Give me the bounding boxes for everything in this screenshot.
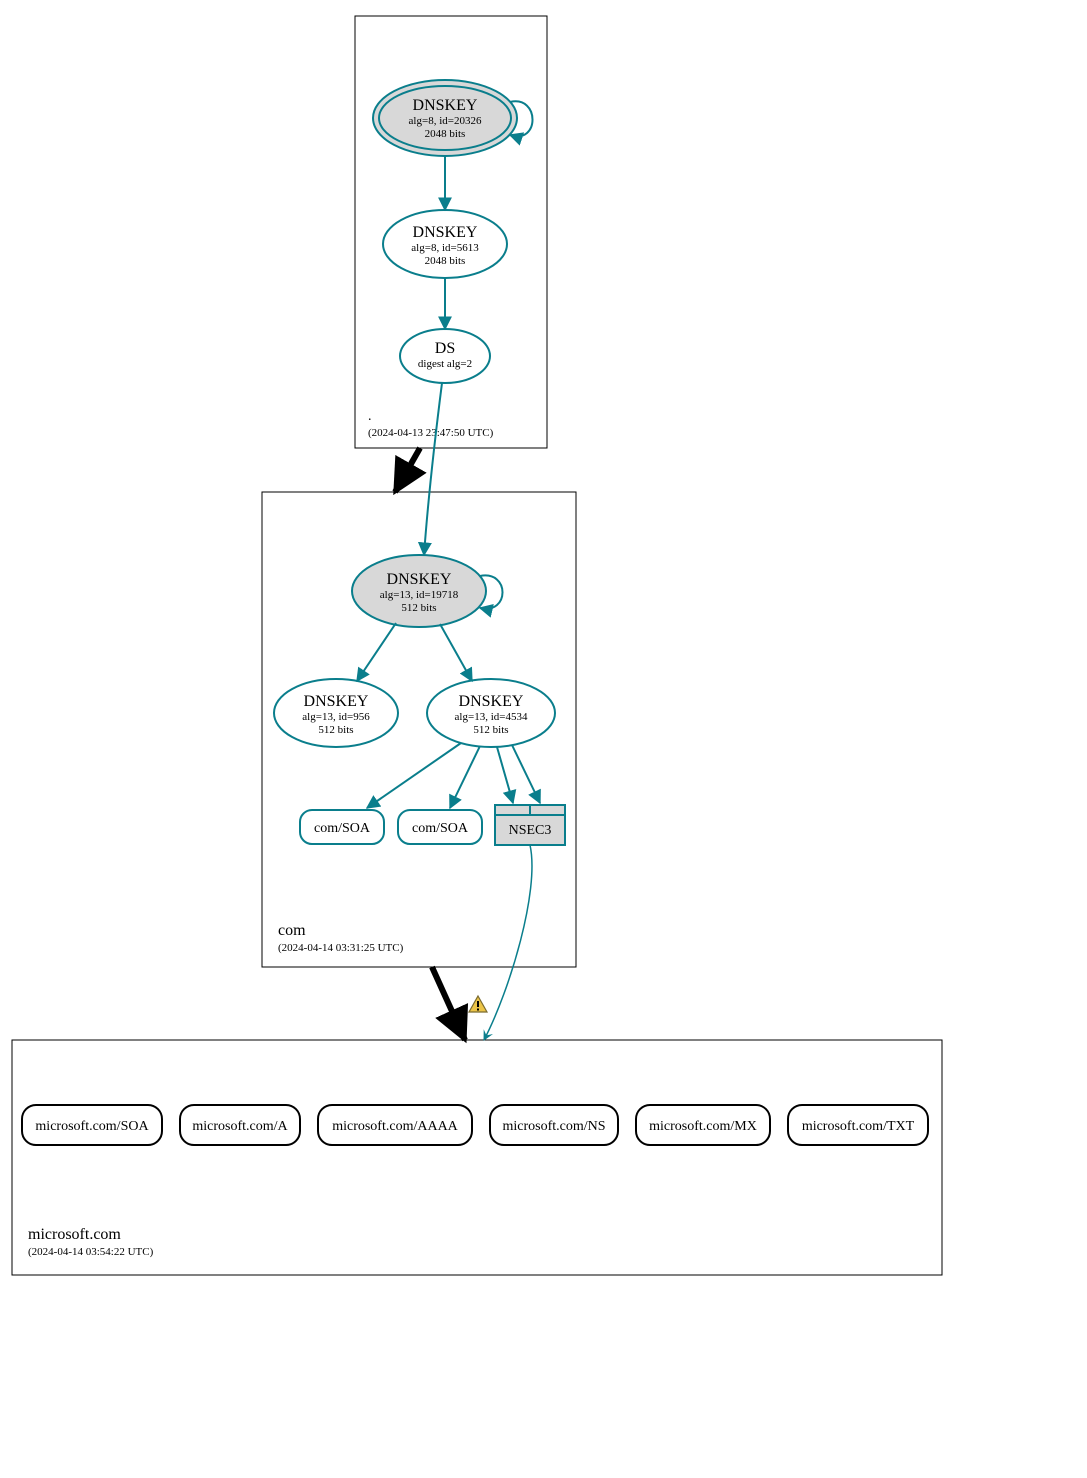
- node-root-zsk-sub1: alg=8, id=5613: [411, 242, 479, 254]
- node-ms-a-label: microsoft.com/A: [192, 1119, 288, 1134]
- zone-microsoft-label: microsoft.com: [28, 1226, 121, 1243]
- node-root-ksk-sub1: alg=8, id=20326: [409, 115, 482, 127]
- warning-icon: [469, 996, 487, 1012]
- edge-root-to-com-delegation: [395, 448, 420, 492]
- node-com-soa1-label: com/SOA: [314, 821, 371, 836]
- edge-com-to-microsoft-delegation: [432, 967, 465, 1040]
- node-root-ds-title: DS: [435, 340, 455, 357]
- zone-com-timestamp: (2024-04-14 03:31:25 UTC): [278, 942, 404, 954]
- node-com-zsk1-sub1: alg=13, id=956: [302, 711, 370, 723]
- node-com-zsk2-sub1: alg=13, id=4534: [455, 711, 528, 723]
- node-ms-txt: microsoft.com/TXT: [788, 1105, 928, 1145]
- node-com-nsec3-label: NSEC3: [509, 823, 552, 838]
- node-com-ksk-title: DNSKEY: [387, 571, 452, 588]
- node-com-soa2: com/SOA: [398, 810, 482, 844]
- node-ms-ns: microsoft.com/NS: [490, 1105, 618, 1145]
- node-ms-aaaa-label: microsoft.com/AAAA: [332, 1119, 458, 1134]
- node-ms-mx-label: microsoft.com/MX: [649, 1119, 757, 1134]
- node-root-zsk-title: DNSKEY: [413, 224, 478, 241]
- node-com-zsk1-sub2: 512 bits: [318, 724, 353, 736]
- zone-root-label: .: [368, 409, 372, 424]
- node-ms-aaaa: microsoft.com/AAAA: [318, 1105, 472, 1145]
- node-com-soa2-label: com/SOA: [412, 821, 469, 836]
- node-ms-txt-label: microsoft.com/TXT: [802, 1119, 915, 1134]
- node-com-ksk: DNSKEY alg=13, id=19718 512 bits: [352, 555, 486, 627]
- node-root-ksk-title: DNSKEY: [413, 97, 478, 114]
- node-root-zsk-sub2: 2048 bits: [425, 255, 466, 267]
- node-com-zsk1-title: DNSKEY: [304, 693, 369, 710]
- node-com-zsk1: DNSKEY alg=13, id=956 512 bits: [274, 679, 398, 747]
- node-root-ds-sub1: digest alg=2: [418, 358, 472, 370]
- node-com-zsk2: DNSKEY alg=13, id=4534 512 bits: [427, 679, 555, 747]
- node-com-zsk2-title: DNSKEY: [459, 693, 524, 710]
- zone-microsoft: microsoft.com (2024-04-14 03:54:22 UTC): [12, 1040, 942, 1275]
- node-ms-ns-label: microsoft.com/NS: [502, 1119, 605, 1134]
- zone-microsoft-timestamp: (2024-04-14 03:54:22 UTC): [28, 1246, 154, 1258]
- node-root-ksk-sub2: 2048 bits: [425, 128, 466, 140]
- node-com-zsk2-sub2: 512 bits: [473, 724, 508, 736]
- zone-com-label: com: [278, 922, 306, 939]
- node-com-ksk-sub2: 512 bits: [401, 602, 436, 614]
- dnssec-diagram: . (2024-04-13 23:47:50 UTC) DNSKEY alg=8…: [0, 0, 1087, 1473]
- node-root-zsk: DNSKEY alg=8, id=5613 2048 bits: [383, 210, 507, 278]
- node-ms-a: microsoft.com/A: [180, 1105, 300, 1145]
- node-root-ds: DS digest alg=2: [400, 329, 490, 383]
- node-com-soa1: com/SOA: [300, 810, 384, 844]
- node-com-ksk-sub1: alg=13, id=19718: [380, 589, 459, 601]
- node-ms-soa: microsoft.com/SOA: [22, 1105, 162, 1145]
- node-ms-soa-label: microsoft.com/SOA: [35, 1119, 149, 1134]
- node-ms-mx: microsoft.com/MX: [636, 1105, 770, 1145]
- zone-root-timestamp: (2024-04-13 23:47:50 UTC): [368, 427, 494, 439]
- node-com-nsec3: NSEC3: [495, 805, 565, 845]
- node-root-ksk: DNSKEY alg=8, id=20326 2048 bits: [373, 80, 517, 156]
